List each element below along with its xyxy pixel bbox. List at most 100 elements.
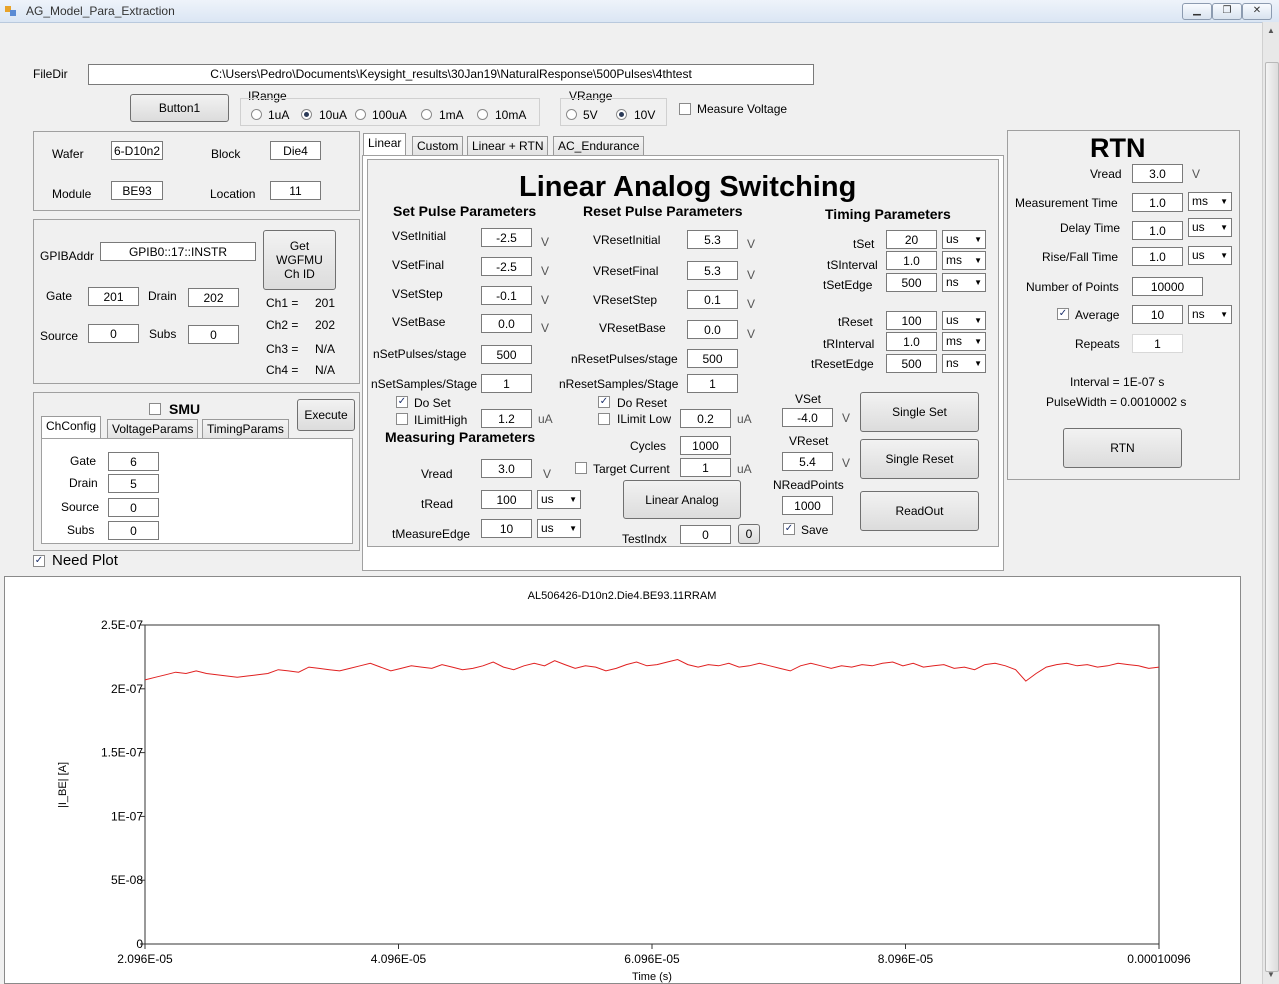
tab-timingparams[interactable]: TimingParams <box>202 419 289 439</box>
vrange-5v-radio[interactable] <box>566 109 577 120</box>
cycles-input[interactable]: 1000 <box>680 436 731 455</box>
target-current-input[interactable]: 1 <box>680 458 731 477</box>
restore-button[interactable]: ❐ <box>1212 3 1242 20</box>
tmeasure-edge-unit-select[interactable]: us ▼ <box>537 519 581 538</box>
get-wgfmu-button[interactable]: Get WGFMU Ch ID <box>263 230 336 290</box>
vset-final-input[interactable]: -2.5 <box>481 257 532 276</box>
nreset-samples-input[interactable]: 1 <box>687 374 738 393</box>
ilimit-high-checkbox[interactable] <box>396 413 408 425</box>
do-set-checkbox[interactable]: ✓ <box>396 396 408 408</box>
average-unit-select[interactable]: ns ▼ <box>1188 305 1232 324</box>
testindx-button[interactable]: 0 <box>738 524 760 544</box>
gpib-gate-input[interactable]: 201 <box>88 287 139 306</box>
button1[interactable]: Button1 <box>130 94 229 122</box>
rtn-button[interactable]: RTN <box>1063 428 1182 468</box>
wafer-input[interactable]: 6-D10n2 <box>111 141 163 160</box>
minimize-button[interactable]: ▁ <box>1182 3 1212 20</box>
tab-ac-endurance[interactable]: AC_Endurance <box>553 136 645 156</box>
vrange-10v-radio[interactable] <box>616 109 627 120</box>
smu-drain-input[interactable]: 5 <box>108 474 159 493</box>
delay-time-unit-select[interactable]: us ▼ <box>1188 218 1232 237</box>
save-checkbox[interactable]: ✓ <box>783 523 795 535</box>
tread-input[interactable]: 100 <box>481 490 532 509</box>
treset-unit-select[interactable]: us ▼ <box>942 311 986 330</box>
delay-time-input[interactable]: 1.0 <box>1132 221 1183 240</box>
tab-linear-rtn[interactable]: Linear + RTN <box>467 136 549 156</box>
irange-1ma-radio[interactable] <box>421 109 432 120</box>
vreset-base-input[interactable]: 0.0 <box>687 320 738 339</box>
vset-single-input[interactable]: -4.0 <box>782 408 833 427</box>
testindx-input[interactable]: 0 <box>680 525 731 544</box>
ilimit-low-input[interactable]: 0.2 <box>680 409 731 428</box>
nreadpoints-input[interactable]: 1000 <box>782 496 833 515</box>
irange-10ua-radio[interactable] <box>301 109 312 120</box>
vset-initial-input[interactable]: -2.5 <box>481 228 532 247</box>
tsetedge-input[interactable]: 500 <box>886 273 937 292</box>
average-input[interactable]: 10 <box>1132 305 1183 324</box>
vset-base-input[interactable]: 0.0 <box>481 314 532 333</box>
gpib-subs-input[interactable]: 0 <box>188 325 239 344</box>
trinterval-input[interactable]: 1.0 <box>886 332 937 351</box>
tmeasure-edge-input[interactable]: 10 <box>481 519 532 538</box>
smu-subs-input[interactable]: 0 <box>108 521 159 540</box>
nset-pulses-input[interactable]: 500 <box>481 345 532 364</box>
meas-time-unit-select[interactable]: ms ▼ <box>1188 192 1232 211</box>
repeats-input[interactable]: 1 <box>1132 334 1183 353</box>
module-input[interactable]: BE93 <box>111 181 163 200</box>
scroll-up-icon[interactable]: ▲ <box>1265 26 1277 38</box>
need-plot-checkbox[interactable]: ✓ <box>33 555 45 567</box>
target-current-checkbox[interactable] <box>575 462 587 474</box>
tresetedge-input[interactable]: 500 <box>886 354 937 373</box>
tab-linear[interactable]: Linear <box>363 133 407 156</box>
tresetedge-unit-select[interactable]: ns ▼ <box>942 354 986 373</box>
filedir-input[interactable]: C:\Users\Pedro\Documents\Keysight_result… <box>88 64 814 85</box>
nreset-pulses-input[interactable]: 500 <box>687 349 738 368</box>
num-points-input[interactable]: 10000 <box>1132 277 1203 296</box>
location-input[interactable]: 11 <box>270 181 321 200</box>
rise-fall-unit-select[interactable]: us ▼ <box>1188 246 1232 265</box>
single-reset-button[interactable]: Single Reset <box>860 439 979 479</box>
scroll-thumb[interactable] <box>1265 62 1279 972</box>
average-checkbox[interactable]: ✓ <box>1057 308 1069 320</box>
block-input[interactable]: Die4 <box>270 141 321 160</box>
irange-10ma-radio[interactable] <box>477 109 488 120</box>
vreset-initial-input[interactable]: 5.3 <box>687 230 738 249</box>
close-button[interactable]: ✕ <box>1242 3 1272 20</box>
tsinterval-input[interactable]: 1.0 <box>886 251 937 270</box>
scroll-down-icon[interactable]: ▼ <box>1265 970 1277 982</box>
smu-checkbox[interactable] <box>149 403 161 415</box>
vertical-scrollbar[interactable]: ▲ ▼ <box>1262 22 1279 984</box>
vreset-step-input[interactable]: 0.1 <box>687 290 738 309</box>
vreset-final-input[interactable]: 5.3 <box>687 261 738 280</box>
tab-chconfig[interactable]: ChConfig <box>41 416 102 439</box>
nset-samples-input[interactable]: 1 <box>481 374 532 393</box>
linear-analog-button[interactable]: Linear Analog <box>623 480 741 519</box>
gpib-source-input[interactable]: 0 <box>88 324 139 343</box>
treset-input[interactable]: 100 <box>886 311 937 330</box>
rtn-vread-input[interactable]: 3.0 <box>1132 164 1183 183</box>
tab-voltageparams[interactable]: VoltageParams <box>107 419 199 439</box>
ilimit-high-input[interactable]: 1.2 <box>481 409 532 428</box>
tset-unit-select[interactable]: us ▼ <box>942 230 986 249</box>
measure-voltage-checkbox[interactable] <box>679 103 691 115</box>
do-reset-checkbox[interactable]: ✓ <box>598 396 610 408</box>
vreset-single-input[interactable]: 5.4 <box>782 452 833 471</box>
ilimit-low-checkbox[interactable] <box>598 413 610 425</box>
single-set-button[interactable]: Single Set <box>860 392 979 432</box>
gpib-input[interactable]: GPIB0::17::INSTR <box>100 242 256 261</box>
smu-source-input[interactable]: 0 <box>108 498 159 517</box>
vset-step-input[interactable]: -0.1 <box>481 286 532 305</box>
gpib-drain-input[interactable]: 202 <box>188 288 239 307</box>
tsetedge-unit-select[interactable]: ns ▼ <box>942 273 986 292</box>
smu-gate-input[interactable]: 6 <box>108 452 159 471</box>
rise-fall-input[interactable]: 1.0 <box>1132 247 1183 266</box>
execute-button[interactable]: Execute <box>297 399 355 431</box>
readout-button[interactable]: ReadOut <box>860 491 979 531</box>
meas-time-input[interactable]: 1.0 <box>1132 193 1183 212</box>
trinterval-unit-select[interactable]: ms ▼ <box>942 332 986 351</box>
tread-unit-select[interactable]: us ▼ <box>537 490 581 509</box>
tset-input[interactable]: 20 <box>886 230 937 249</box>
irange-1ua-radio[interactable] <box>251 109 262 120</box>
tab-custom[interactable]: Custom <box>412 136 464 156</box>
tsinterval-unit-select[interactable]: ms ▼ <box>942 251 986 270</box>
